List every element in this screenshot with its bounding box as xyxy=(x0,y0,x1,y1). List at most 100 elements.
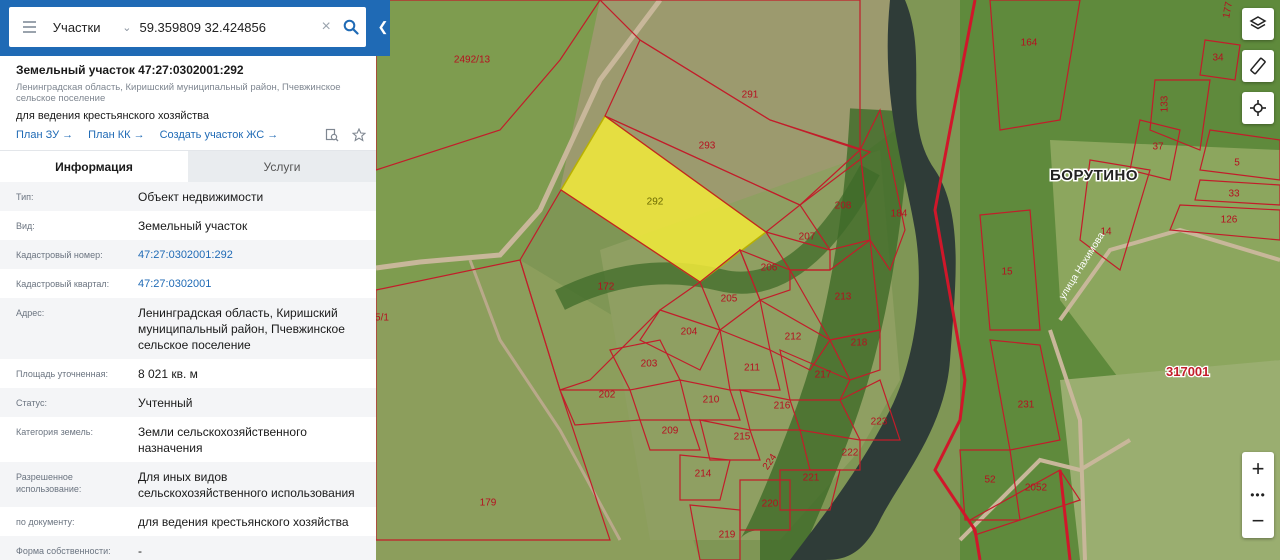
detail-value: - xyxy=(138,544,142,558)
detail-row: Форма собственности: - xyxy=(0,536,376,560)
parcel-label: 217 xyxy=(815,370,832,381)
village-label: БОРУТИНО xyxy=(1050,167,1138,184)
zoom-control: + ••• − xyxy=(1242,452,1274,538)
detail-row: Тип: Объект недвижимости xyxy=(0,182,376,211)
search-type-select[interactable]: Участки ⌄ xyxy=(50,20,138,35)
detail-key: Тип: xyxy=(16,192,34,202)
detail-row: Статус: Учтенный xyxy=(0,388,376,417)
parcel-label: 212 xyxy=(785,332,802,343)
tab-services[interactable]: Услуги xyxy=(188,151,376,182)
star-icon[interactable] xyxy=(352,128,366,142)
quarter-label: 317001 xyxy=(1166,364,1209,379)
parcel-label: 52 xyxy=(984,475,996,486)
detail-value: Земельный участок xyxy=(138,219,248,233)
detail-value: 8 021 кв. м xyxy=(138,367,198,381)
search-input[interactable] xyxy=(137,19,316,35)
parcel-label: 15 xyxy=(1001,267,1013,278)
ruler-icon xyxy=(1250,57,1266,75)
detail-value: Земли сельскохозяйственного назначения xyxy=(138,425,307,455)
parcel-label: 184 xyxy=(891,209,908,220)
parcel-label: 2052 xyxy=(1025,483,1048,494)
parcel-header: Земельный участок 47:27:0302001:292 Лени… xyxy=(0,56,376,123)
detail-key: Кадастровый квартал: xyxy=(16,279,110,289)
detail-value: Для иных видов сельскохозяйственного исп… xyxy=(138,470,355,500)
parcel-label: 133 xyxy=(1160,95,1171,112)
document-search-icon[interactable] xyxy=(325,128,339,142)
plus-icon: + xyxy=(1251,456,1265,481)
detail-row: Кадастровый номер: 47:27:0302001:292 xyxy=(0,240,376,269)
detail-value-link[interactable]: 47:27:0302001 xyxy=(138,269,360,298)
plan-zu-link[interactable]: План ЗУ → xyxy=(16,129,73,141)
ruler-button[interactable] xyxy=(1242,50,1274,82)
parcel-label: 37 xyxy=(1152,142,1164,153)
parcel-label: 222 xyxy=(842,448,859,459)
menu-icon[interactable] xyxy=(9,7,50,47)
parcel-tools xyxy=(325,128,366,142)
detail-key: Разрешенное использование: xyxy=(16,472,82,494)
tab-information[interactable]: Информация xyxy=(0,151,188,182)
detail-key: Категория земель: xyxy=(16,427,93,437)
detail-key: Адрес: xyxy=(16,308,45,318)
details-list: Тип: Объект недвижимости Вид: Земельный уча… xyxy=(0,182,376,560)
layers-icon xyxy=(1249,16,1267,30)
parcel-label: 216 xyxy=(774,401,791,412)
parcel-label: 126 xyxy=(1221,215,1238,226)
panel-tabs: Информация Услуги xyxy=(0,150,376,182)
detail-row: Разрешенное использование: Для иных видов… xyxy=(0,462,376,507)
detail-key: Форма собственности: xyxy=(16,546,111,556)
plan-kk-link[interactable]: План КК → xyxy=(88,129,144,141)
parcel-label: 218 xyxy=(851,338,868,349)
parcel-label: 164 xyxy=(1021,38,1038,49)
zoom-more-icon[interactable]: ••• xyxy=(1242,486,1274,504)
search-icon xyxy=(344,19,360,35)
detail-value-link[interactable]: 47:27:0302001:292 xyxy=(138,240,360,269)
search-type-label: Участки xyxy=(52,19,101,35)
layers-button[interactable] xyxy=(1242,8,1274,40)
parcel-label: 2492/13 xyxy=(454,55,491,66)
parcel-label: 207 xyxy=(799,232,816,243)
detail-row: Площадь уточненная: 8 021 кв. м xyxy=(0,359,376,388)
parcel-address-short: Ленинградская область, Киришский муницип… xyxy=(16,82,341,104)
parcel-label: 203 xyxy=(641,359,658,370)
chevron-left-icon: ❮ xyxy=(377,19,389,34)
create-parcel-link[interactable]: Создать участок ЖС → xyxy=(160,129,279,141)
parcel-label: 179 xyxy=(480,498,497,509)
search-button[interactable] xyxy=(337,19,366,35)
parcel-label: 202 xyxy=(599,390,616,401)
parcel-label: 215 xyxy=(734,432,751,443)
search-box: Участки ⌄ × xyxy=(9,7,366,47)
parcel-label: 291 xyxy=(742,90,759,101)
parcel-label: 214 xyxy=(695,469,712,480)
parcel-label: 213 xyxy=(835,292,852,303)
parcel-label: 33 xyxy=(1228,189,1240,200)
detail-row: Категория земель: Земли сельскохозяйствен… xyxy=(0,417,376,462)
parcel-label: 219 xyxy=(719,530,736,541)
parcel-label: 5/1 xyxy=(375,313,389,324)
detail-row: Кадастровый квартал: 47:27:0302001 xyxy=(0,269,376,298)
parcel-label: 5 xyxy=(1234,158,1240,169)
parcel-label: 231 xyxy=(1018,400,1035,411)
search-bar: Участки ⌄ × ❮ xyxy=(0,0,390,56)
detail-key: по документу: xyxy=(16,517,75,527)
zoom-in-button[interactable]: + xyxy=(1242,452,1274,486)
locate-button[interactable] xyxy=(1242,92,1274,124)
parcel-links: План ЗУ → План КК → Создать участок ЖС → xyxy=(16,128,366,142)
chevron-down-icon: ⌄ xyxy=(122,21,132,34)
detail-key: Площадь уточненная: xyxy=(16,369,108,379)
parcel-label: 34 xyxy=(1212,53,1224,64)
detail-value: для ведения крестьянского хозяйства xyxy=(138,515,349,529)
detail-value: Ленинградская область, Киришский муницип… xyxy=(138,306,345,352)
parcel-label: 209 xyxy=(662,426,679,437)
parcel-label: 223 xyxy=(871,417,888,428)
detail-key: Кадастровый номер: xyxy=(16,250,103,260)
detail-row: по документу: для ведения крестьянского х… xyxy=(0,507,376,536)
parcel-label: 220 xyxy=(762,499,779,510)
detail-row: Вид: Земельный участок xyxy=(0,211,376,240)
clear-icon[interactable]: × xyxy=(315,18,336,36)
collapse-panel-button[interactable]: ❮ xyxy=(376,14,390,40)
parcel-label: 205 xyxy=(721,294,738,305)
zoom-out-button[interactable]: − xyxy=(1242,504,1274,538)
parcel-label: 204 xyxy=(681,327,698,338)
parcel-purpose: для ведения крестьянского хозяйства xyxy=(16,110,209,122)
parcel-label: 210 xyxy=(703,395,720,406)
